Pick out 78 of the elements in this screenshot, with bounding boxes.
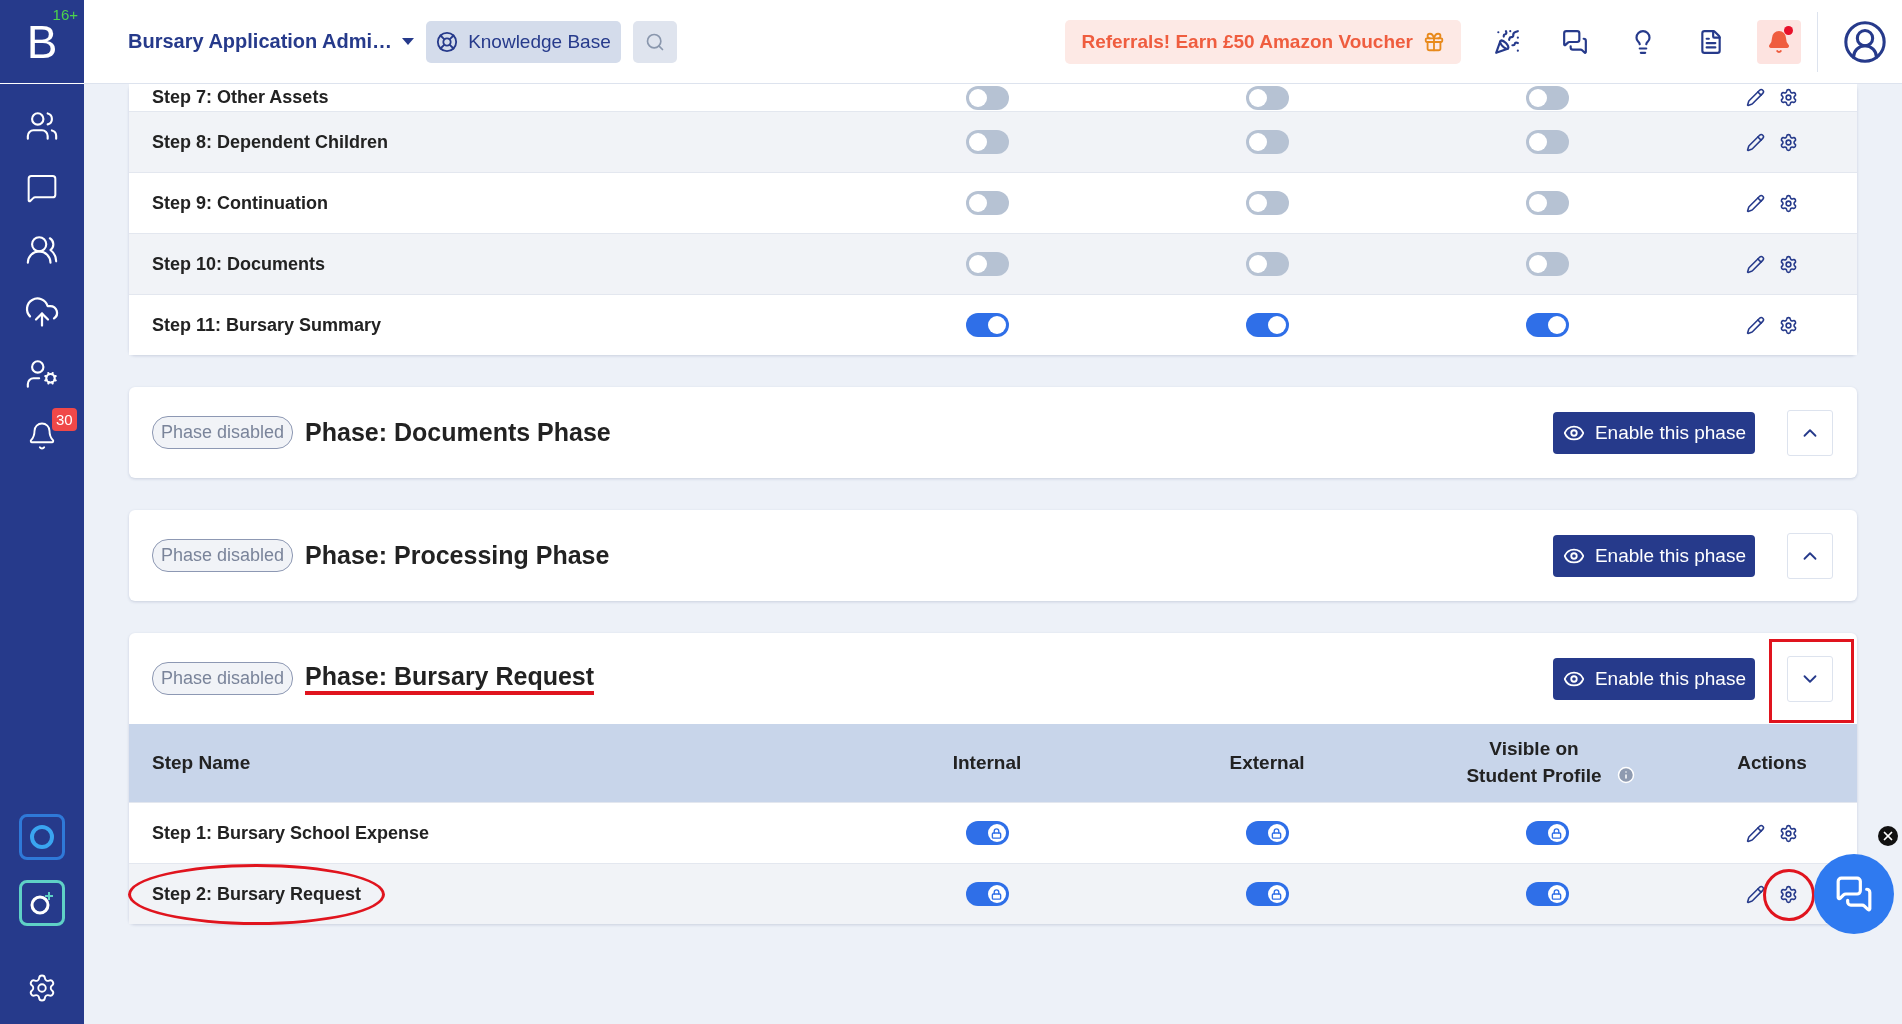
search-button[interactable] bbox=[632, 20, 677, 63]
toggle-switch[interactable] bbox=[1245, 821, 1289, 845]
settings-icon[interactable] bbox=[1779, 254, 1798, 274]
column-header: Internal bbox=[952, 750, 1022, 775]
toggle-switch[interactable] bbox=[965, 85, 1009, 110]
edit-icon[interactable] bbox=[1746, 254, 1765, 274]
settings-icon[interactable] bbox=[1779, 884, 1798, 904]
toggle-switch[interactable] bbox=[965, 313, 1009, 337]
enable-phase-button[interactable]: Enable this phase bbox=[1552, 534, 1755, 577]
column-header: Actions bbox=[1737, 750, 1807, 775]
bell-icon bbox=[1767, 29, 1791, 54]
phase-title: Phase: Bursary Request bbox=[305, 662, 595, 695]
toggle-switch[interactable] bbox=[1245, 313, 1289, 337]
step-name: Step 1: Bursary School Expense bbox=[152, 822, 430, 844]
status-badge: Phase disabled bbox=[152, 662, 294, 695]
edit-icon[interactable] bbox=[1746, 823, 1765, 843]
toggle-switch[interactable] bbox=[1525, 882, 1569, 906]
lock-icon bbox=[1551, 827, 1562, 839]
caret-icon[interactable] bbox=[402, 38, 415, 45]
search-icon bbox=[644, 31, 665, 52]
edit-icon[interactable] bbox=[1746, 88, 1765, 107]
column-header: Visible on Student Profile bbox=[1465, 737, 1603, 788]
edit-icon[interactable] bbox=[1746, 193, 1765, 213]
toggle-switch[interactable] bbox=[1525, 130, 1569, 154]
step-name: Step 7: Other Assets bbox=[152, 87, 329, 108]
add-app-icon[interactable] bbox=[19, 880, 65, 926]
toggle-switch[interactable] bbox=[1245, 882, 1289, 906]
app-title[interactable]: Bursary Application Admi… bbox=[128, 30, 393, 53]
toggle-switch[interactable] bbox=[965, 191, 1009, 215]
gift-icon bbox=[1423, 30, 1445, 53]
lock-icon bbox=[1271, 888, 1282, 900]
toggle-switch[interactable] bbox=[1525, 85, 1569, 110]
enable-phase-button[interactable]: Enable this phase bbox=[1552, 657, 1755, 700]
status-badge: Phase disabled bbox=[152, 416, 294, 449]
lifebuoy-icon bbox=[436, 30, 459, 53]
toggle-switch[interactable] bbox=[1525, 821, 1569, 845]
toggle-switch[interactable] bbox=[1245, 85, 1289, 110]
step-name: Step 11: Bursary Summary bbox=[152, 314, 382, 336]
phase-title: Phase: Processing Phase bbox=[305, 541, 610, 570]
step-name: Step 10: Documents bbox=[152, 253, 326, 275]
close-icon[interactable] bbox=[1878, 826, 1898, 846]
notification-count: 30 bbox=[52, 408, 77, 431]
step-name: Step 2: Bursary Request bbox=[152, 883, 362, 905]
chat-icon bbox=[1835, 875, 1873, 913]
toggle-switch[interactable] bbox=[1245, 252, 1289, 276]
toggle-switch[interactable] bbox=[965, 821, 1009, 845]
edit-icon[interactable] bbox=[1746, 884, 1765, 904]
toggle-switch[interactable] bbox=[965, 130, 1009, 154]
toggle-switch[interactable] bbox=[1525, 191, 1569, 215]
toggle-switch[interactable] bbox=[1245, 130, 1289, 154]
edit-icon[interactable] bbox=[1746, 132, 1765, 152]
toggle-switch[interactable] bbox=[1525, 313, 1569, 337]
column-header: External bbox=[1229, 750, 1305, 775]
settings-icon[interactable] bbox=[1779, 193, 1798, 213]
settings-icon[interactable] bbox=[1779, 88, 1798, 107]
lock-icon bbox=[991, 888, 1002, 900]
status-badge: Phase disabled bbox=[152, 539, 294, 572]
ring-app-icon[interactable] bbox=[19, 814, 65, 860]
lock-icon bbox=[1551, 888, 1562, 900]
toggle-switch[interactable] bbox=[965, 252, 1009, 276]
toggle-switch[interactable] bbox=[1525, 252, 1569, 276]
step-name: Step 8: Dependent Children bbox=[152, 131, 389, 153]
knowledge-base-button[interactable]: Knowledge Base bbox=[426, 20, 621, 63]
info-icon[interactable] bbox=[1617, 765, 1635, 784]
column-header: Step Name bbox=[152, 750, 251, 775]
settings-icon[interactable] bbox=[1779, 823, 1798, 843]
edit-icon[interactable] bbox=[1746, 315, 1765, 335]
settings-icon[interactable] bbox=[1779, 315, 1798, 335]
lock-icon bbox=[991, 827, 1002, 839]
settings-icon[interactable] bbox=[1779, 132, 1798, 152]
step-name: Step 9: Continuation bbox=[152, 192, 328, 214]
toggle-switch[interactable] bbox=[965, 882, 1009, 906]
toggle-switch[interactable] bbox=[1245, 191, 1289, 215]
phase-title: Phase: Documents Phase bbox=[305, 418, 611, 447]
enable-phase-button[interactable]: Enable this phase bbox=[1552, 411, 1755, 454]
avatar-icon[interactable] bbox=[1842, 18, 1888, 65]
lock-icon bbox=[1271, 827, 1282, 839]
bell-button[interactable] bbox=[1757, 19, 1801, 64]
